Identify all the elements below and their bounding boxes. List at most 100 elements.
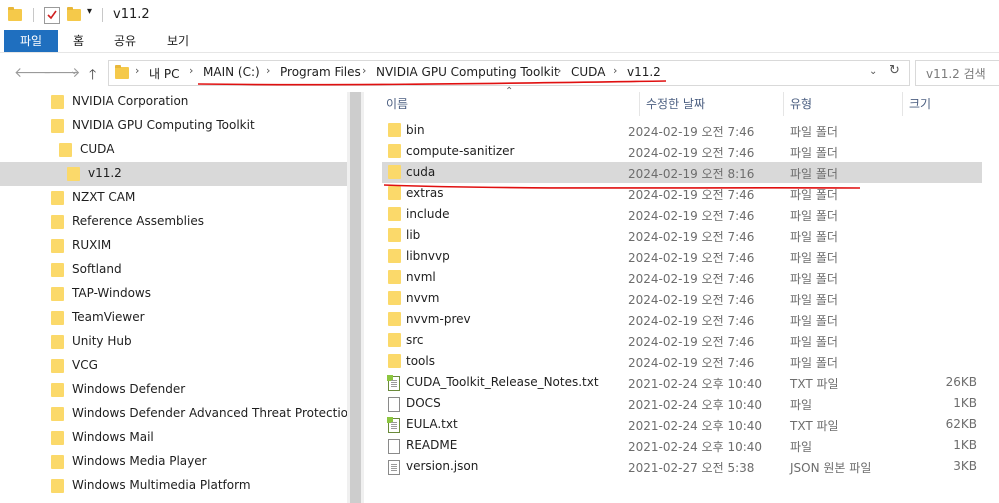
tree-item[interactable]: CUDA — [0, 138, 347, 162]
folder-icon — [51, 311, 64, 325]
address-dropdown-icon[interactable]: ⌄ — [869, 66, 877, 77]
tab-file[interactable]: 파일 — [4, 30, 58, 52]
file-name: lib — [406, 228, 421, 242]
file-date: 2021-02-24 오후 10:40 — [628, 377, 763, 391]
folder-icon — [51, 407, 64, 421]
file-name: EULA.txt — [406, 417, 458, 431]
folder-icon — [51, 239, 64, 253]
file-type: 파일 폴더 — [790, 188, 838, 202]
navigation-pane-scrollbar[interactable] — [347, 92, 364, 503]
breadcrumb-program-files[interactable]: Program Files — [280, 65, 361, 79]
divider[interactable] — [639, 92, 640, 116]
tree-item-label: VCG — [72, 358, 98, 372]
tab-view[interactable]: 보기 — [167, 30, 189, 52]
chevron-right-icon[interactable]: › — [362, 64, 366, 77]
file-date: 2024-02-19 오전 7:46 — [628, 272, 755, 286]
file-name: compute-sanitizer — [406, 144, 515, 158]
tree-item[interactable]: Reference Assemblies — [0, 210, 347, 234]
folder-icon — [115, 65, 129, 79]
file-row[interactable]: cuda 2024-02-19 오전 8:16 파일 폴더 — [382, 162, 982, 183]
file-size: 62KB — [945, 417, 977, 431]
tree-item[interactable]: TeamViewer — [0, 306, 347, 330]
file-size: 1KB — [953, 438, 977, 452]
column-type[interactable]: 유형 — [790, 95, 812, 112]
tree-item[interactable]: NVIDIA Corporation — [0, 92, 347, 114]
file-row[interactable]: lib 2024-02-19 오전 7:46 파일 폴더 — [382, 225, 982, 246]
divider[interactable] — [783, 92, 784, 116]
file-row[interactable]: include 2024-02-19 오전 7:46 파일 폴더 — [382, 204, 982, 225]
file-row[interactable]: DOCS 2021-02-24 오후 10:40 파일 1KB — [382, 393, 982, 414]
file-list: bin 2024-02-19 오전 7:46 파일 폴더 compute-saniti… — [364, 120, 999, 503]
file-row[interactable]: README 2021-02-24 오후 10:40 파일 1KB — [382, 435, 982, 456]
divider[interactable] — [902, 92, 903, 116]
breadcrumb-this-pc[interactable]: 내 PC — [149, 65, 179, 82]
column-header: 이름 ⌃ 수정한 날짜 유형 크기 — [364, 86, 999, 116]
file-row[interactable]: EULA.txt 2021-02-24 오후 10:40 TXT 파일 62KB — [382, 414, 982, 435]
chevron-right-icon[interactable]: › — [613, 64, 617, 77]
file-date: 2024-02-19 오전 7:46 — [628, 356, 755, 370]
file-row[interactable]: nvvm 2024-02-19 오전 7:46 파일 폴더 — [382, 288, 982, 309]
file-row[interactable]: nvvm-prev 2024-02-19 오전 7:46 파일 폴더 — [382, 309, 982, 330]
tab-share[interactable]: 공유 — [114, 30, 136, 52]
chevron-right-icon[interactable]: › — [266, 64, 270, 77]
customize-dropdown-icon[interactable]: ▾ — [87, 6, 92, 17]
file-type: 파일 폴더 — [790, 251, 838, 265]
tree-item[interactable]: Windows Mail — [0, 426, 347, 450]
tree-item[interactable]: Softland — [0, 258, 347, 282]
tree-item[interactable]: Windows Defender — [0, 378, 347, 402]
notepad-file-icon — [387, 417, 400, 433]
tree-item[interactable]: TAP-Windows — [0, 282, 347, 306]
folder-icon — [51, 95, 64, 109]
file-row[interactable]: extras 2024-02-19 오전 7:46 파일 폴더 — [382, 183, 982, 204]
tree-item-label: NVIDIA Corporation — [72, 94, 189, 108]
breadcrumb-drive[interactable]: MAIN (C:) — [203, 65, 260, 79]
tab-home[interactable]: 홈 — [73, 30, 84, 52]
breadcrumb-toolkit[interactable]: NVIDIA GPU Computing Toolkit — [376, 65, 559, 79]
up-arrow-icon[interactable]: 🡑 — [89, 64, 96, 88]
tree-item-label: Softland — [72, 262, 122, 276]
breadcrumb-current[interactable]: v11.2 — [627, 65, 661, 79]
file-row[interactable]: CUDA_Toolkit_Release_Notes.txt 2021-02-24… — [382, 372, 982, 393]
file-row[interactable]: libnvvp 2024-02-19 오전 7:46 파일 폴더 — [382, 246, 982, 267]
file-date: 2021-02-27 오전 5:38 — [628, 461, 755, 475]
file-row[interactable]: bin 2024-02-19 오전 7:46 파일 폴더 — [382, 120, 982, 141]
tree-item[interactable]: NVIDIA GPU Computing Toolkit — [0, 114, 347, 138]
address-bar[interactable]: › 내 PC › MAIN (C:) › Program Files › NVI… — [108, 60, 910, 86]
tree-item[interactable]: VCG — [0, 354, 347, 378]
tree-item[interactable]: v11.2 — [0, 162, 347, 186]
file-name: libnvvp — [406, 249, 450, 263]
tree-item[interactable]: NZXT CAM — [0, 186, 347, 210]
file-row[interactable]: src 2024-02-19 오전 7:46 파일 폴더 — [382, 330, 982, 351]
recent-locations-chevron-icon[interactable]: ⌄ — [70, 66, 78, 77]
column-date[interactable]: 수정한 날짜 — [646, 95, 705, 112]
scrollbar-thumb[interactable] — [350, 92, 361, 503]
folder-icon — [388, 312, 401, 326]
divider — [33, 8, 34, 22]
folder-icon — [388, 291, 401, 305]
chevron-right-icon[interactable]: › — [135, 64, 139, 77]
file-date: 2024-02-19 오전 7:46 — [628, 230, 755, 244]
file-name: nvvm — [406, 291, 440, 305]
tree-item[interactable]: Windows Defender Advanced Threat Protect… — [0, 402, 347, 426]
refresh-icon[interactable]: ↻ — [889, 63, 900, 78]
column-size[interactable]: 크기 — [909, 95, 931, 112]
breadcrumb-cuda[interactable]: CUDA — [571, 65, 605, 79]
tree-item[interactable]: Unity Hub — [0, 330, 347, 354]
properties-check-icon[interactable] — [44, 7, 60, 24]
file-row[interactable]: compute-sanitizer 2024-02-19 오전 7:46 파일 폴더 — [382, 141, 982, 162]
chevron-right-icon[interactable]: › — [557, 64, 561, 77]
new-folder-icon[interactable] — [67, 7, 81, 21]
folder-icon — [51, 455, 64, 469]
chevron-right-icon[interactable]: › — [189, 64, 193, 77]
file-row[interactable]: version.json 2021-02-27 오전 5:38 JSON 원본 파일… — [382, 456, 982, 477]
tree-item[interactable]: Windows Media Player — [0, 450, 347, 474]
tree-item[interactable]: RUXIM — [0, 234, 347, 258]
tree-item[interactable]: Windows Multimedia Platform — [0, 474, 347, 498]
sort-ascending-icon: ⌃ — [505, 86, 514, 97]
file-row[interactable]: nvml 2024-02-19 오전 7:46 파일 폴더 — [382, 267, 982, 288]
file-type: 파일 폴더 — [790, 146, 838, 160]
column-name[interactable]: 이름 — [386, 95, 408, 112]
file-row[interactable]: tools 2024-02-19 오전 7:46 파일 폴더 — [382, 351, 982, 372]
file-date: 2024-02-19 오전 7:46 — [628, 209, 755, 223]
search-box[interactable]: v11.2 검색 — [915, 60, 999, 86]
